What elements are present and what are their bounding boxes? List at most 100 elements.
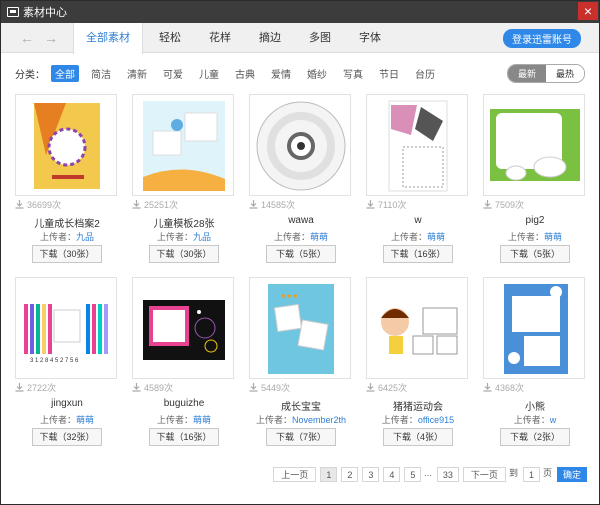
sort-hottest-button[interactable]: 最热	[545, 65, 584, 82]
download-count-text: 7509次	[495, 200, 525, 210]
goto-suffix: 页	[541, 467, 553, 482]
download-button[interactable]: 下载（32张）	[32, 428, 102, 446]
tab-1[interactable]: 轻松	[147, 23, 193, 53]
download-button[interactable]: 下载（5张）	[500, 245, 570, 263]
uploader-prefix: 上传者：	[513, 415, 550, 425]
download-count-text: 14585次	[261, 200, 296, 210]
material-thumbnail[interactable]: 3 1 2 8 4 5 2 7 5 6	[15, 277, 117, 379]
material-thumbnail[interactable]: ★★★	[249, 277, 351, 379]
goto-page-input[interactable]: 1	[522, 467, 540, 482]
uploader-name-link[interactable]: 萌萌	[310, 232, 328, 242]
material-thumbnail[interactable]	[249, 94, 351, 196]
download-button[interactable]: 下载（30张）	[149, 245, 219, 263]
material-name: 猪猪运动会	[393, 402, 443, 413]
uploader-name-link[interactable]: November2th	[292, 415, 346, 425]
filter-item[interactable]: 写真	[339, 65, 367, 82]
pager-ellipsis: ...	[423, 467, 433, 482]
material-thumbnail[interactable]	[15, 94, 117, 196]
uploader-name-link[interactable]: office915	[418, 415, 454, 425]
material-name: buguizhe	[163, 398, 205, 409]
material-thumbnail[interactable]	[483, 94, 585, 196]
download-icon	[249, 383, 258, 392]
filter-item[interactable]: 可爱	[159, 65, 187, 82]
filter-item[interactable]: 古典	[231, 65, 259, 82]
filter-item[interactable]: 爱情	[267, 65, 295, 82]
close-button[interactable]: ×	[578, 2, 598, 20]
filter-item[interactable]: 台历	[411, 65, 439, 82]
confirm-page-button[interactable]: 确定	[556, 467, 587, 482]
filter-item[interactable]: 节日	[375, 65, 403, 82]
download-icon	[366, 200, 375, 209]
goto-prefix: 到	[507, 467, 519, 482]
svg-text:3 1 2 8 4 5 2 7 5 6: 3 1 2 8 4 5 2 7 5 6	[30, 358, 79, 364]
uploader-line: 上传者：萌萌	[366, 230, 470, 242]
download-button[interactable]: 下载（4张）	[383, 428, 453, 446]
next-page-button[interactable]: 下一页	[462, 467, 506, 482]
forward-arrow-icon[interactable]: →	[43, 30, 59, 46]
download-button[interactable]: 下载（30张）	[32, 245, 102, 263]
page-3-button[interactable]: 3	[362, 467, 380, 482]
window-title: 素材中心	[23, 7, 67, 19]
filter-item[interactable]: 儿童	[195, 65, 223, 82]
sort-newest-button[interactable]: 最新	[507, 65, 546, 82]
uploader-name-link[interactable]: 九品	[193, 232, 211, 242]
sort-toggle: 最新 最热	[506, 64, 585, 83]
filter-item[interactable]: 全部	[51, 64, 79, 82]
material-card: 36699次 儿童成长档案2 上传者：九品 下载（30张）	[15, 94, 119, 263]
download-button[interactable]: 下载（16张）	[383, 245, 453, 263]
material-name: 成长宝宝	[281, 402, 321, 413]
uploader-name-link[interactable]: 萌萌	[427, 232, 445, 242]
material-name: jingxun	[51, 398, 83, 409]
uploader-prefix: 上传者：	[156, 415, 193, 425]
tab-5[interactable]: 字体	[347, 23, 393, 53]
download-button[interactable]: 下载（2张）	[500, 428, 570, 446]
uploader-name-link[interactable]: 萌萌	[193, 415, 211, 425]
uploader-name-link[interactable]: 九品	[76, 232, 94, 242]
filter-item[interactable]: 清新	[123, 65, 151, 82]
material-name: 儿童成长档案2	[34, 219, 100, 230]
material-thumbnail[interactable]	[366, 94, 468, 196]
page-4-button[interactable]: 4	[383, 467, 401, 482]
uploader-name-link[interactable]: 萌萌	[544, 232, 562, 242]
uploader-prefix: 上传者：	[39, 232, 76, 242]
filter-item[interactable]: 简洁	[87, 65, 115, 82]
download-button[interactable]: 下载（7张）	[266, 428, 336, 446]
page-5-button[interactable]: 5	[404, 467, 422, 482]
download-count: 36699次	[15, 198, 119, 211]
back-arrow-icon[interactable]: ←	[19, 30, 35, 46]
download-button[interactable]: 下载（5张）	[266, 245, 336, 263]
tab-0[interactable]: 全部素材	[73, 22, 143, 54]
filter-label: 分类：	[15, 69, 45, 81]
uploader-prefix: 上传者：	[381, 415, 418, 425]
login-button[interactable]: 登录迅雷账号	[503, 29, 581, 48]
download-icon	[132, 200, 141, 209]
material-thumbnail[interactable]	[366, 277, 468, 379]
material-card: 14585次 wawa 上传者：萌萌 下载（5张）	[249, 94, 353, 263]
uploader-prefix: 上传者：	[273, 232, 310, 242]
material-thumbnail[interactable]	[132, 277, 234, 379]
page-2-button[interactable]: 2	[341, 467, 359, 482]
page-33-button[interactable]: 33	[436, 467, 459, 482]
uploader-line: 上传者：November2th	[249, 413, 353, 425]
download-icon	[483, 200, 492, 209]
download-count-text: 2722次	[27, 383, 57, 393]
material-thumbnail[interactable]	[132, 94, 234, 196]
download-count: 7509次	[483, 198, 587, 211]
page-1-button[interactable]: 1	[320, 467, 338, 482]
uploader-name-link[interactable]: w	[550, 415, 557, 425]
uploader-line: 上传者：九品	[15, 230, 119, 242]
download-count: 4589次	[132, 381, 236, 394]
filter-item[interactable]: 婚纱	[303, 65, 331, 82]
uploader-name-link[interactable]: 萌萌	[76, 415, 94, 425]
tab-2[interactable]: 花样	[197, 23, 243, 53]
download-count-text: 4589次	[144, 383, 174, 393]
app-icon	[7, 7, 19, 17]
material-card: 3 1 2 8 4 5 2 7 5 6 2722次 jingxun 上传者：萌萌 下载（…	[15, 277, 119, 446]
tab-3[interactable]: 摘边	[247, 23, 293, 53]
download-button[interactable]: 下载（16张）	[149, 428, 219, 446]
material-card: 4368次 小熊 上传者：w 下载（2张）	[483, 277, 587, 446]
material-card: 6425次 猪猪运动会 上传者：office915 下载（4张）	[366, 277, 470, 446]
tab-4[interactable]: 多图	[297, 23, 343, 53]
material-thumbnail[interactable]	[483, 277, 585, 379]
prev-page-button[interactable]: 上一页	[273, 467, 317, 482]
